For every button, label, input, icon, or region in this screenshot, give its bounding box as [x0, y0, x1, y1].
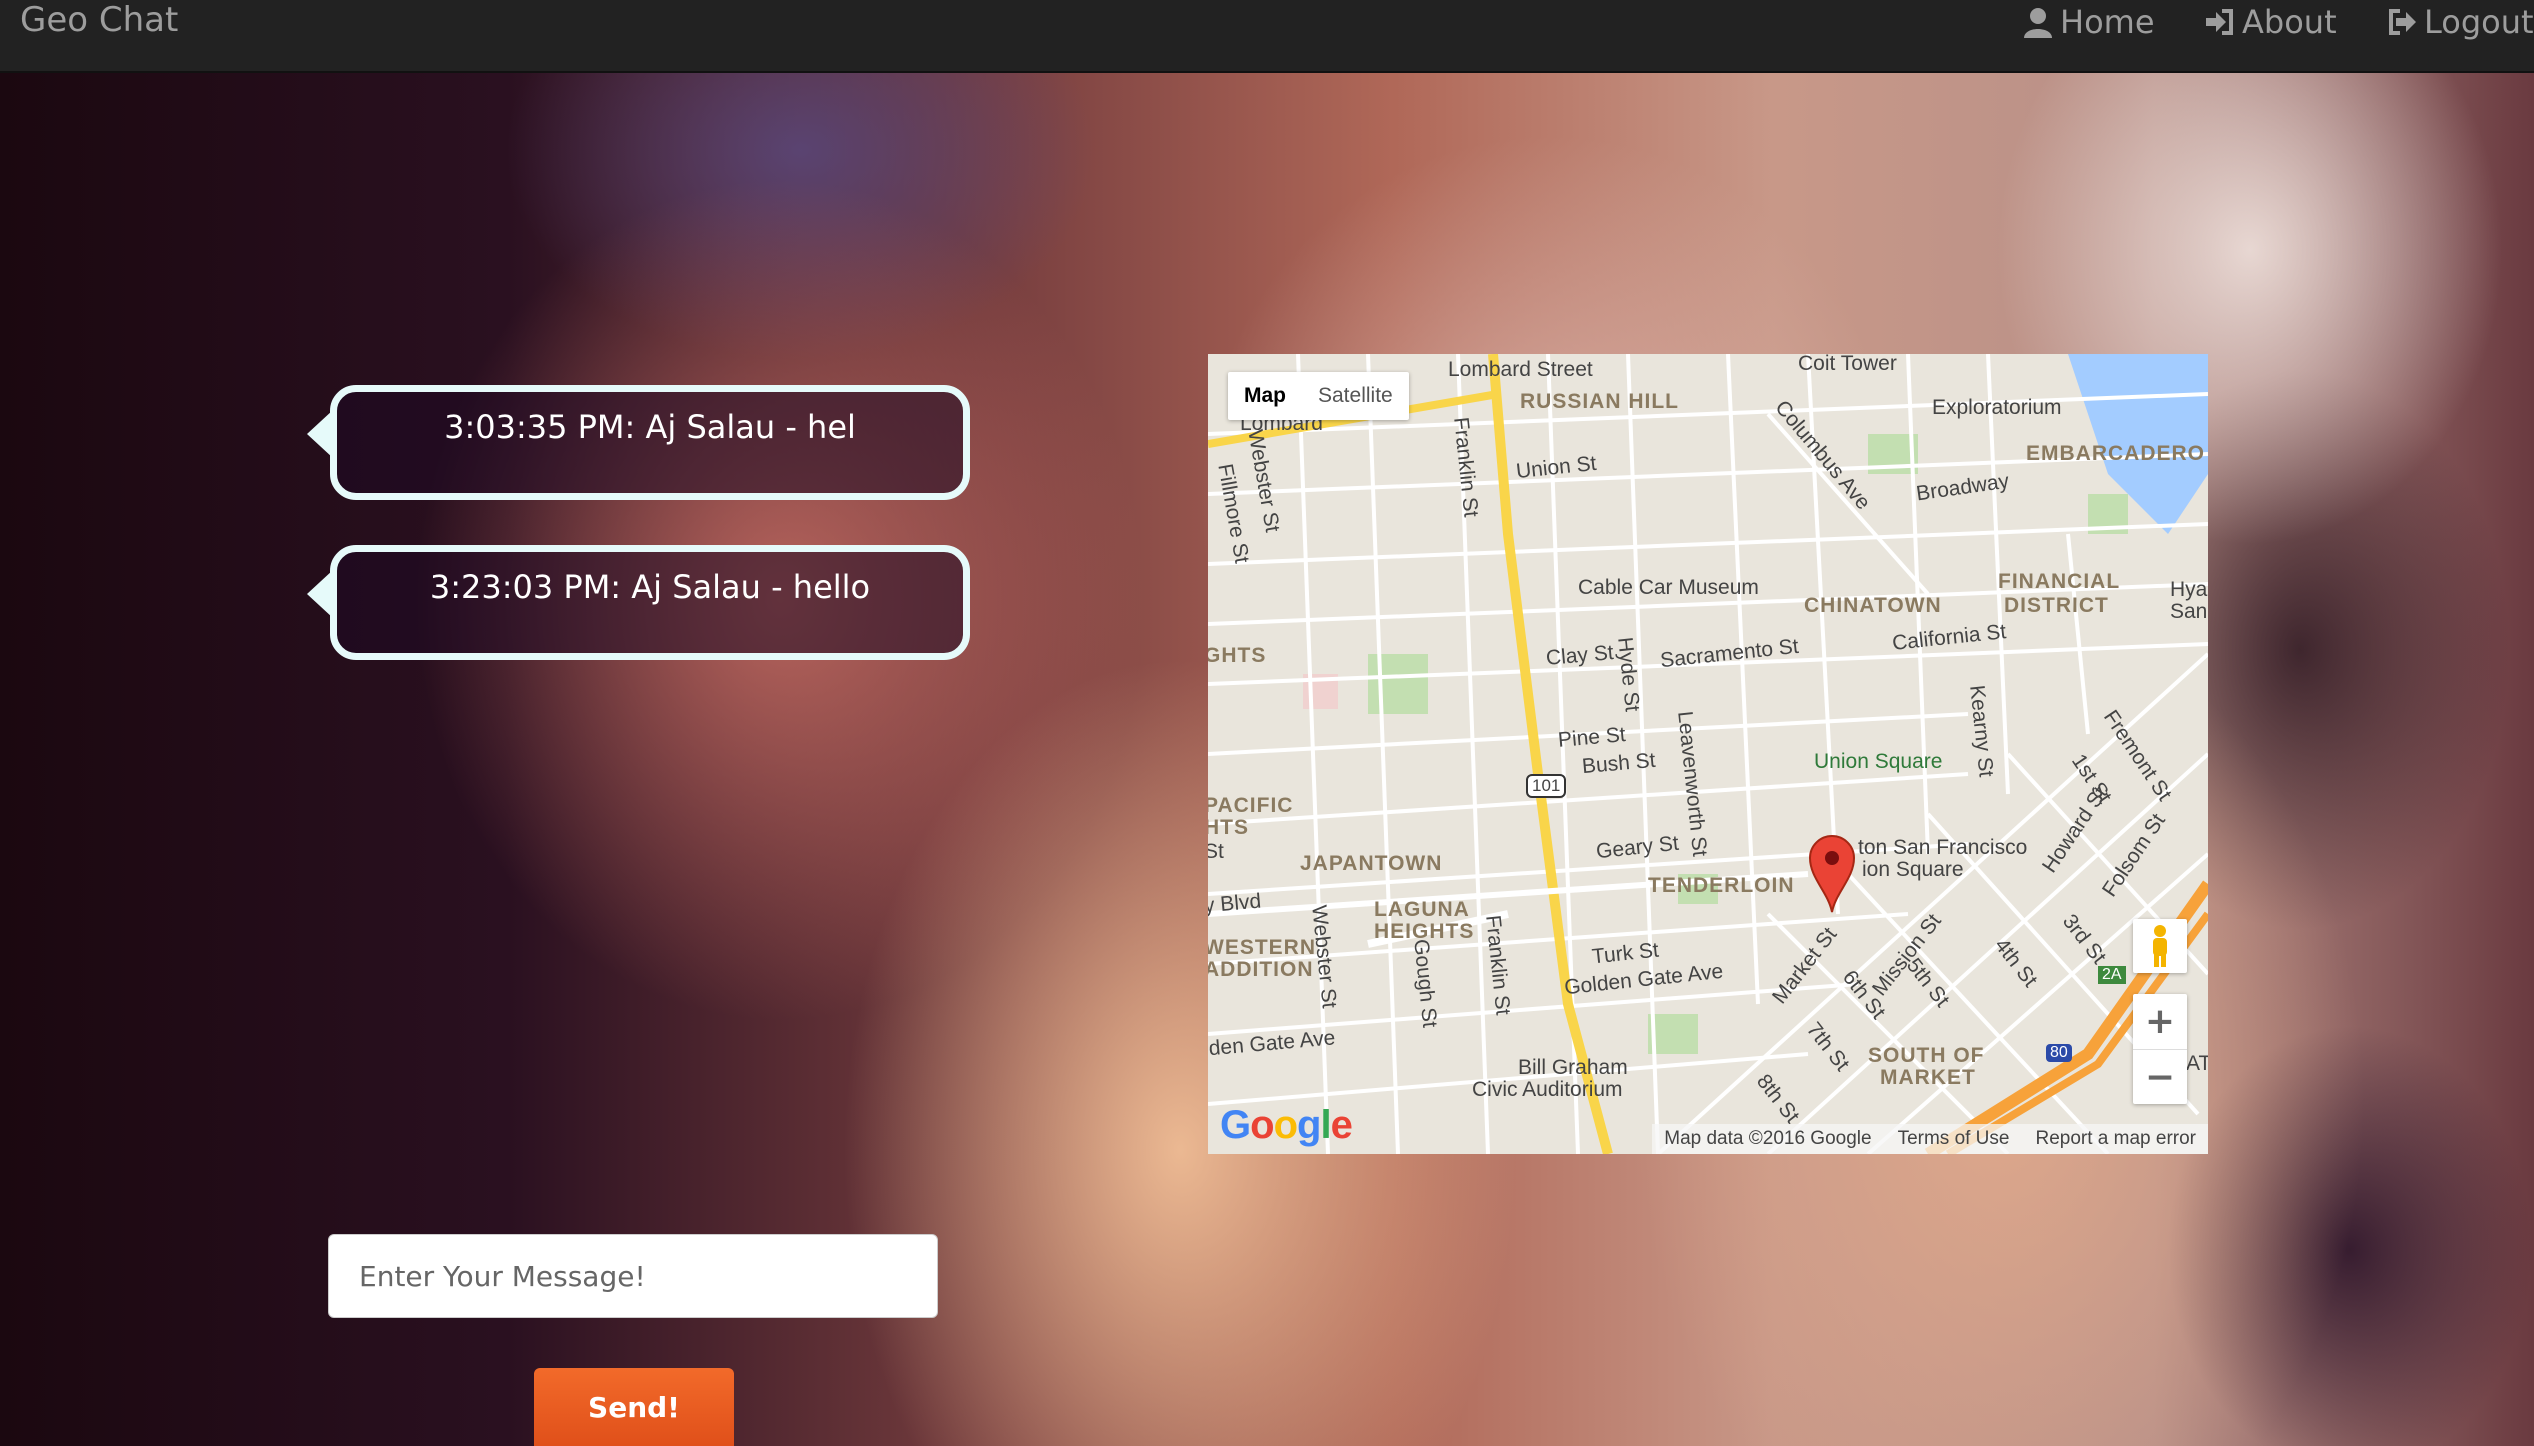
- map-label: AT: [2186, 1052, 2208, 1075]
- chat-message-text: 3:03:35 PM: Aj Salau - hel: [444, 408, 856, 446]
- map-label: Bill Graham: [1518, 1056, 1628, 1079]
- google-logo[interactable]: Google: [1220, 1103, 1353, 1148]
- map-label: ADDITION: [1208, 958, 1314, 981]
- map-data-text: Map data ©2016 Google: [1664, 1128, 1872, 1149]
- location-marker-icon[interactable]: [1808, 834, 1856, 914]
- map-label: Exploratorium: [1932, 396, 2062, 419]
- sign-in-icon: [2206, 9, 2233, 35]
- nav-about-link[interactable]: About: [2204, 0, 2337, 44]
- message-input[interactable]: [328, 1234, 938, 1318]
- pegman-icon: [2153, 925, 2167, 967]
- map-label: y Blvd: [1208, 889, 1263, 918]
- map-label: JAPANTOWN: [1300, 852, 1443, 875]
- map-label: MARKET: [1880, 1066, 1976, 1089]
- map-label: RUSSIAN HILL: [1520, 390, 1679, 413]
- map-label: FINANCIAL: [1998, 570, 2121, 593]
- send-button[interactable]: Send!: [534, 1368, 734, 1446]
- map-label: Cable Car Museum: [1578, 576, 1759, 599]
- map-type-map-button[interactable]: Map: [1228, 372, 1302, 420]
- map-type-satellite-button[interactable]: Satellite: [1302, 372, 1409, 420]
- map-label: ion Square: [1862, 858, 1964, 881]
- map-label: Civic Auditorium: [1472, 1078, 1623, 1101]
- nav-home-label: Home: [2060, 3, 2155, 41]
- map-label: Hya: [2170, 578, 2208, 601]
- map-attribution: Map data ©2016 Google Terms of Use Repor…: [1652, 1124, 2208, 1154]
- brand-title[interactable]: Geo Chat: [20, 0, 178, 40]
- map-label: St: [1208, 840, 1224, 863]
- map-label: TENDERLOIN: [1648, 874, 1795, 897]
- map-label: GHTS: [1208, 644, 1267, 667]
- map-type-control: Map Satellite: [1228, 372, 1409, 420]
- map-label: Lombard Street: [1448, 358, 1593, 381]
- navbar: Geo Chat Home About Logout: [0, 0, 2534, 73]
- map-label: HTS: [1208, 816, 1249, 839]
- nav-logout-label: Logout: [2424, 3, 2534, 41]
- bubble-tail: [307, 410, 333, 458]
- map-label: WESTERN: [1208, 936, 1316, 959]
- hwy-101-shield: 101: [1526, 774, 1567, 798]
- hwy-80-shield: 80: [2046, 1044, 2072, 1062]
- zoom-out-button[interactable]: −: [2133, 1049, 2187, 1105]
- chat-message-text: 3:23:03 PM: Aj Salau - hello: [429, 568, 871, 606]
- user-icon: [2024, 8, 2052, 38]
- zoom-in-button[interactable]: +: [2133, 994, 2187, 1049]
- report-map-error-link[interactable]: Report a map error: [2035, 1124, 2196, 1154]
- nav-logout-link[interactable]: Logout: [2386, 0, 2534, 44]
- map-label: Coit Tower: [1798, 354, 1897, 375]
- chat-message: 3:03:35 PM: Aj Salau - hel: [307, 385, 970, 500]
- bubble-tail: [307, 570, 333, 618]
- map-label: San: [2170, 600, 2208, 623]
- chat-message: 3:23:03 PM: Aj Salau - hello: [307, 545, 970, 660]
- terms-of-use-link[interactable]: Terms of Use: [1898, 1124, 2010, 1154]
- map-label: Union Square: [1814, 750, 1943, 773]
- zoom-control: + −: [2133, 994, 2187, 1104]
- street-view-pegman[interactable]: [2133, 919, 2187, 973]
- map-label: SOUTH OF: [1868, 1044, 1985, 1067]
- sign-out-icon: [2389, 9, 2416, 35]
- map-label: LAGUNA: [1374, 898, 1470, 921]
- exit-2a-sign: 2A: [2098, 966, 2126, 984]
- map-label: ton San Francisco: [1858, 836, 2028, 859]
- map-streets: [1208, 354, 2208, 1154]
- map-label: DISTRICT: [2004, 594, 2109, 617]
- nav-home-link[interactable]: Home: [2022, 0, 2155, 44]
- map-label: PACIFIC: [1208, 794, 1294, 817]
- map-label: CHINATOWN: [1804, 594, 1942, 617]
- google-map[interactable]: Lombard Street Coit Tower RUSSIAN HILL E…: [1208, 354, 2208, 1154]
- nav-about-label: About: [2242, 3, 2337, 41]
- map-label: EMBARCADERO: [2026, 442, 2205, 465]
